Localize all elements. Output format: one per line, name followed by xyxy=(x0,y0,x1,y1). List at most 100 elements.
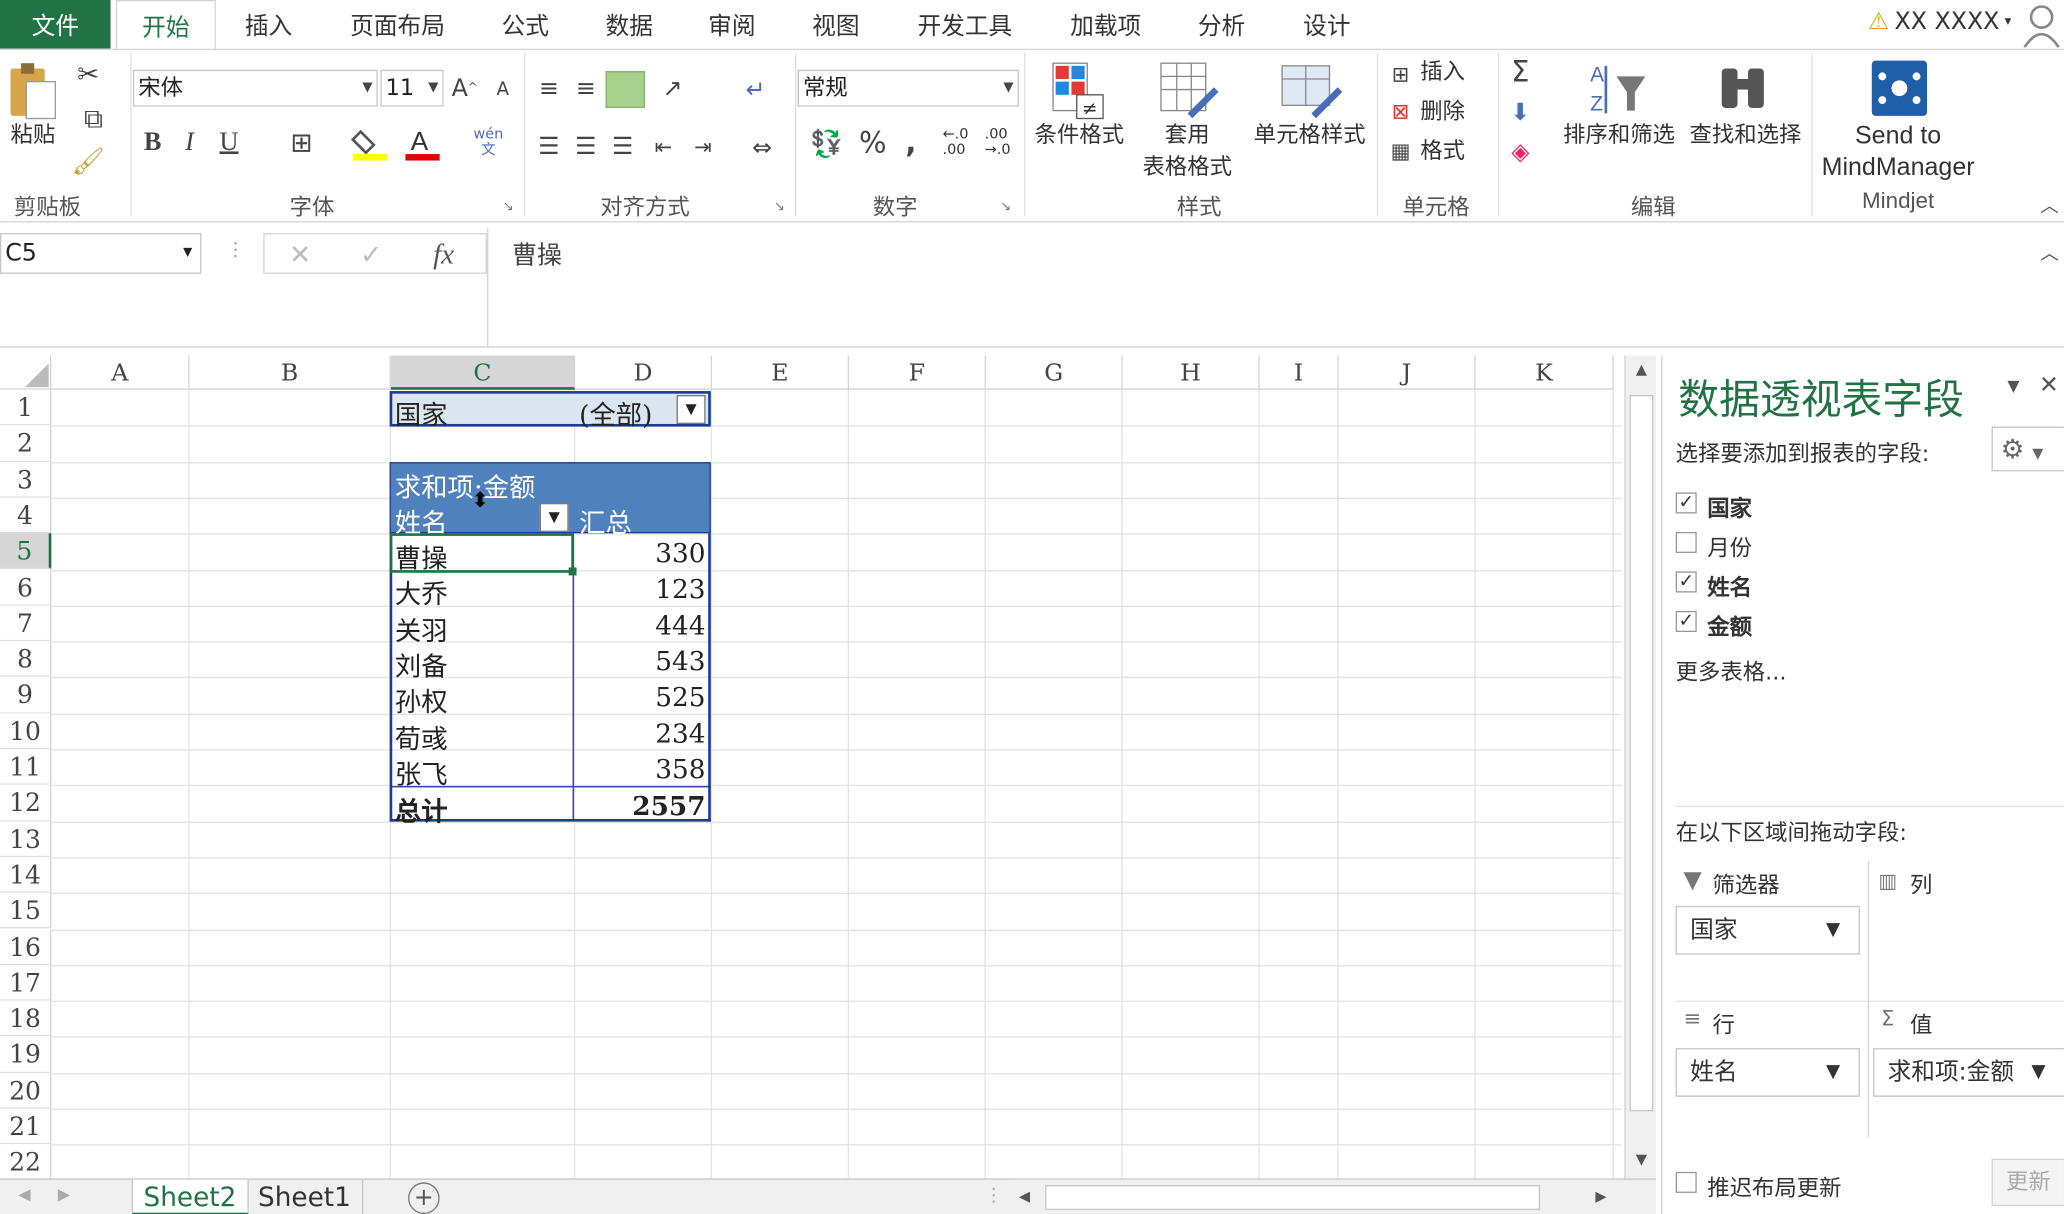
row-label-dropdown-button[interactable]: ▼ xyxy=(539,502,569,532)
dialog-launcher-icon[interactable]: ↘ xyxy=(774,200,785,214)
cell-styles-icon[interactable] xyxy=(1279,58,1343,121)
column-header-a[interactable]: A xyxy=(51,355,190,390)
sheet-tab-sheet1[interactable]: Sheet1 xyxy=(247,1179,363,1214)
field-checkbox-1[interactable] xyxy=(1675,531,1697,554)
field-checkbox-0[interactable]: ✓ xyxy=(1675,492,1697,514)
send-to-mindmanager-button[interactable]: MindManager xyxy=(1814,153,1982,183)
row-header-5[interactable]: 5 xyxy=(0,533,52,570)
tab-formulas[interactable]: 公式 xyxy=(482,0,569,49)
format-painter-icon[interactable]: 🖌 xyxy=(71,145,104,177)
collapse-formula-icon[interactable]: ︿ xyxy=(2040,240,2058,266)
tab-page-layout[interactable]: 页面布局 xyxy=(332,0,464,49)
vertical-scrollbar[interactable]: ▲ ▼ xyxy=(1624,355,1656,1179)
row-header-1[interactable]: 1 xyxy=(0,389,52,426)
row-header-4[interactable]: 4 xyxy=(0,497,52,534)
column-header-i[interactable]: I xyxy=(1259,355,1339,390)
conditional-formatting-button[interactable]: 条件格式 xyxy=(1029,121,1129,151)
column-header-d[interactable]: D xyxy=(575,355,713,390)
tab-file[interactable]: 文件 xyxy=(0,0,111,49)
cell-styles-button[interactable]: 单元格样式 xyxy=(1245,121,1374,151)
gear-icon[interactable]: ⚙ ▼ xyxy=(1991,426,2064,472)
find-select-icon[interactable] xyxy=(1714,58,1775,119)
field-checkbox-2[interactable]: ✓ xyxy=(1675,571,1697,593)
user-account[interactable]: ⚠ XX XXXX ▾ xyxy=(1868,8,2011,36)
field-label[interactable]: 金额 xyxy=(1707,608,1752,641)
send-to-button[interactable]: Send to xyxy=(1814,121,1982,151)
scroll-up-icon[interactable]: ▲ xyxy=(1628,361,1654,387)
tab-addins[interactable]: 加载项 xyxy=(1050,0,1161,49)
name-box[interactable]: C5 ▼ xyxy=(0,233,202,274)
format-as-table-button[interactable]: 表格格式 xyxy=(1127,153,1248,183)
row-header-15[interactable]: 15 xyxy=(0,892,52,929)
mindmanager-icon[interactable] xyxy=(1869,58,1930,119)
row-header-16[interactable]: 16 xyxy=(0,928,52,965)
insert-cells-icon[interactable]: ⊞ xyxy=(1385,58,1417,90)
tab-home[interactable]: 开始 xyxy=(115,0,216,51)
delete-cells-icon[interactable]: ⊠ xyxy=(1385,95,1417,127)
sheet-tab-sheet2[interactable]: Sheet2 xyxy=(131,1179,249,1214)
scroll-thumb[interactable] xyxy=(1629,395,1654,1112)
merge-center-icon[interactable]: ⇔ xyxy=(737,129,787,166)
sort-filter-button[interactable]: 排序和筛选 xyxy=(1556,121,1682,151)
align-left-icon[interactable]: ☰ xyxy=(532,129,566,163)
shrink-font-icon[interactable]: A xyxy=(490,76,516,102)
comma-style-button[interactable]: , xyxy=(898,126,924,160)
row-header-11[interactable]: 11 xyxy=(0,749,52,786)
underline-button[interactable]: U xyxy=(213,126,245,158)
sort-filter-icon[interactable]: AZ xyxy=(1585,58,1656,119)
autosum-button[interactable]: Σ xyxy=(1503,55,1537,89)
accounting-format-icon[interactable]: 💱 xyxy=(803,126,850,160)
orientation-icon[interactable]: ↗ xyxy=(650,71,695,105)
enter-icon[interactable]: ✓ xyxy=(353,237,390,271)
row-header-18[interactable]: 18 xyxy=(0,1000,52,1037)
bold-button[interactable]: B xyxy=(137,126,169,158)
row-header-3[interactable]: 3 xyxy=(0,461,52,498)
column-header-b[interactable]: B xyxy=(189,355,391,390)
font-color-icon[interactable]: A xyxy=(400,126,445,161)
decrease-indent-icon[interactable]: ⇤ xyxy=(648,129,680,163)
row-header-22[interactable]: 22 xyxy=(0,1144,52,1179)
find-select-button[interactable]: 查找和选择 xyxy=(1682,121,1808,151)
column-header-j[interactable]: J xyxy=(1338,355,1476,390)
format-cells-icon[interactable]: ▦ xyxy=(1385,134,1417,166)
select-all-corner[interactable] xyxy=(0,355,52,390)
tab-review[interactable]: 审阅 xyxy=(690,0,774,49)
tab-analyze[interactable]: 分析 xyxy=(1179,0,1263,49)
column-header-f[interactable]: F xyxy=(849,355,986,390)
field-label[interactable]: 国家 xyxy=(1707,490,1752,522)
spreadsheet-grid[interactable]: ABCDEFGHIJK 1 2 3 4 5 6 7 8 9 10 11 12 13 14 15 16 17 18 1… xyxy=(0,355,1622,1179)
row-header-7[interactable]: 7 xyxy=(0,605,52,642)
values-area-field[interactable]: 求和项:金额 ▼ xyxy=(1873,1048,2064,1097)
clear-icon[interactable]: ◈ xyxy=(1503,134,1537,168)
horizontal-scrollbar[interactable]: ◀ ▶ xyxy=(1010,1179,1622,1214)
add-sheet-icon[interactable]: + xyxy=(408,1182,440,1214)
align-right-icon[interactable]: ☰ xyxy=(605,129,639,163)
scroll-right-icon[interactable]: ▶ xyxy=(1595,1188,1606,1205)
percent-style-button[interactable]: % xyxy=(856,126,890,160)
delete-cells-button[interactable]: 删除 xyxy=(1416,97,1469,127)
update-button[interactable]: 更新 xyxy=(1991,1158,2064,1207)
drag-handle-icon[interactable]: ⋮ xyxy=(985,1185,1003,1206)
defer-update-checkbox[interactable] xyxy=(1675,1171,1697,1193)
insert-function-button[interactable]: fx xyxy=(424,237,463,271)
wrap-text-icon[interactable]: ↵ xyxy=(737,71,774,108)
row-header-13[interactable]: 13 xyxy=(0,821,52,858)
dialog-launcher-icon[interactable]: ↘ xyxy=(503,200,514,214)
row-header-12[interactable]: 12 xyxy=(0,785,52,822)
tab-design[interactable]: 设计 xyxy=(1282,0,1372,49)
tab-insert[interactable]: 插入 xyxy=(224,0,314,49)
collapse-ribbon-icon[interactable]: ︿ xyxy=(2040,192,2058,218)
insert-cells-button[interactable]: 插入 xyxy=(1416,58,1469,88)
fill-handle[interactable] xyxy=(568,567,577,576)
italic-button[interactable]: I xyxy=(176,126,202,158)
format-as-table-icon[interactable] xyxy=(1158,58,1219,121)
align-bottom-icon[interactable] xyxy=(605,71,645,108)
copy-icon[interactable]: ⧉ xyxy=(74,103,113,135)
align-center-icon[interactable]: ☰ xyxy=(569,129,603,163)
tab-data[interactable]: 数据 xyxy=(587,0,671,49)
field-checkbox-3[interactable]: ✓ xyxy=(1675,610,1697,633)
hscroll-thumb[interactable] xyxy=(1045,1185,1541,1211)
row-header-6[interactable]: 6 xyxy=(0,569,52,606)
cancel-icon[interactable]: ✕ xyxy=(282,237,319,271)
font-size-select[interactable]: 11 ▼ xyxy=(380,69,444,107)
